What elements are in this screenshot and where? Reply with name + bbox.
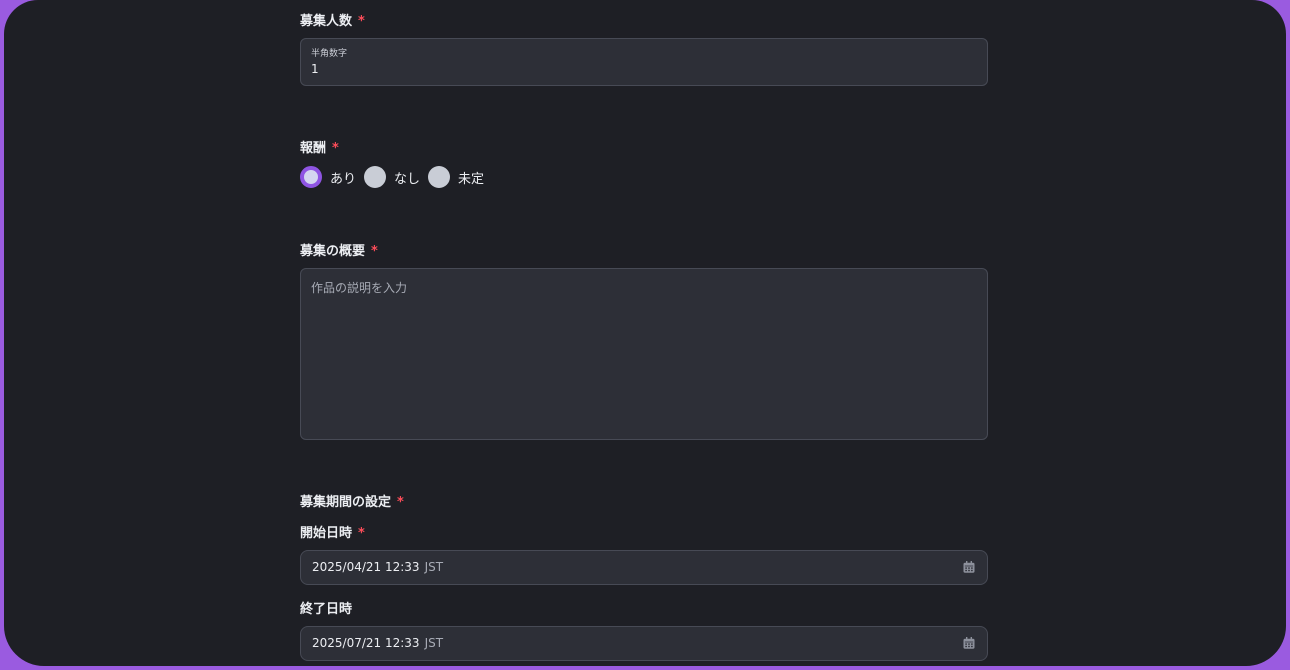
reward-option-label: なし [394, 171, 421, 187]
start-timezone: JST [424, 560, 444, 574]
recruit-count-value: 1 [311, 62, 319, 76]
required-mark: * [371, 244, 378, 259]
recruit-count-label-text: 募集人数 [300, 14, 353, 29]
required-mark: * [397, 495, 404, 510]
radio-unselected-icon [428, 166, 451, 188]
calendar-icon[interactable] [963, 637, 975, 649]
start-datetime-label-text: 開始日時 [300, 526, 353, 541]
overview-label-text: 募集の概要 [300, 244, 366, 259]
reward-option-undecided[interactable]: 未定 [428, 166, 484, 188]
reward-label: 報酬 * [300, 137, 339, 156]
reward-option-label: あり [330, 171, 357, 187]
overview-placeholder: 作品の説明を入力 [311, 281, 408, 295]
required-mark: * [358, 14, 365, 29]
recruit-count-label: 募集人数 * [300, 10, 365, 29]
start-datetime-display: 2025/04/21 12:33 JST [312, 560, 443, 574]
required-mark: * [358, 526, 365, 541]
reward-option-label: 未定 [458, 171, 485, 187]
reward-option-no[interactable]: なし [364, 166, 420, 188]
start-datetime-label: 開始日時 * [300, 522, 365, 541]
end-datetime-value: 2025/07/21 12:33 [312, 636, 420, 650]
start-datetime-input[interactable]: 2025/04/21 12:33 JST [300, 550, 988, 585]
radio-selected-icon [300, 166, 322, 188]
end-datetime-label: 終了日時 [300, 598, 352, 617]
overview-label: 募集の概要 * [300, 240, 378, 259]
reward-option-yes[interactable]: あり [300, 166, 356, 188]
period-label: 募集期間の設定 * [300, 491, 404, 510]
period-label-text: 募集期間の設定 [300, 495, 392, 510]
end-datetime-display: 2025/07/21 12:33 JST [312, 636, 443, 650]
recruit-count-input[interactable]: 半角数字 1 [300, 38, 988, 86]
required-mark: * [332, 141, 339, 156]
reward-radio-group: あり なし 未定 [300, 165, 492, 189]
end-datetime-label-text: 終了日時 [300, 602, 353, 617]
overview-textarea[interactable]: 作品の説明を入力 [300, 268, 988, 440]
recruit-count-hint: 半角数字 [311, 49, 348, 59]
start-datetime-value: 2025/04/21 12:33 [312, 560, 420, 574]
end-timezone: JST [424, 636, 444, 650]
end-datetime-input[interactable]: 2025/07/21 12:33 JST [300, 626, 988, 661]
reward-label-text: 報酬 [300, 141, 327, 156]
form-window: 募集人数 * 半角数字 1 報酬 * あり なし 未定 募集の概要 * 作品の説… [4, 0, 1286, 666]
calendar-icon[interactable] [963, 561, 975, 573]
radio-unselected-icon [364, 166, 387, 188]
